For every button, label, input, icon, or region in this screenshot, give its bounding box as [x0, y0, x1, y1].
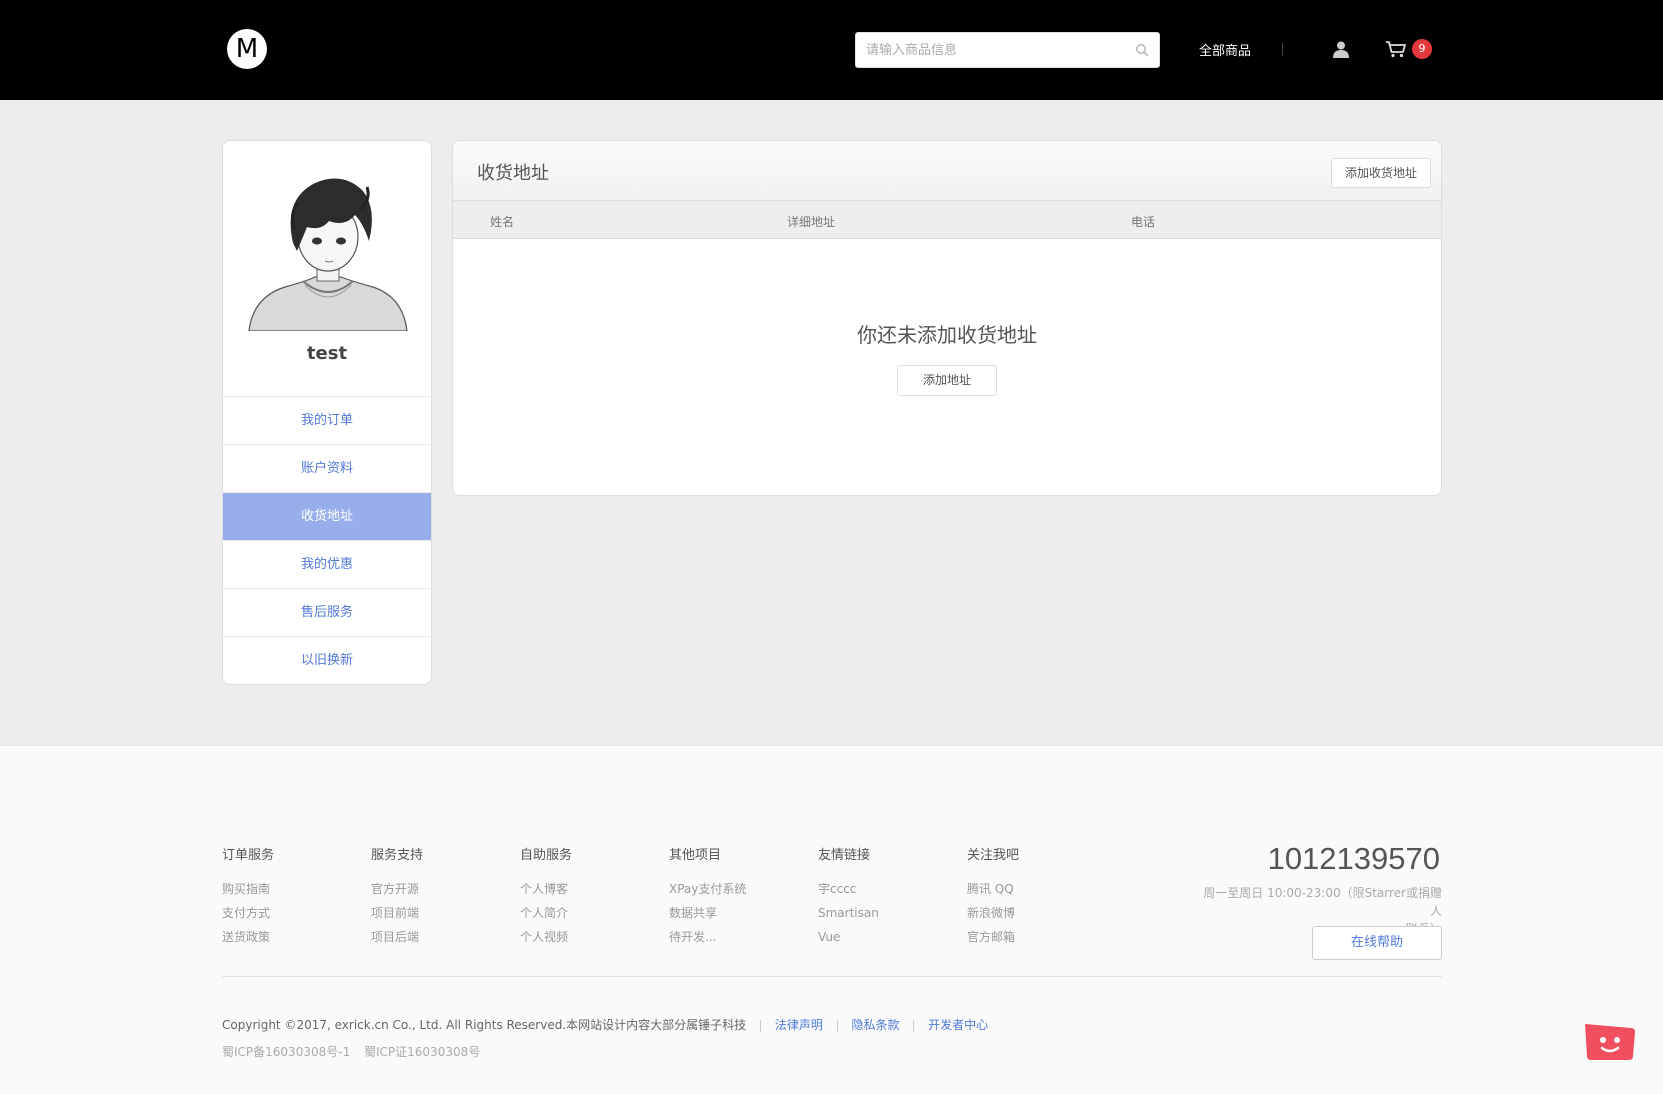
- footer-link[interactable]: 个人视频: [520, 925, 650, 949]
- developer-center-link[interactable]: 开发者中心: [928, 1018, 988, 1032]
- column-phone: 电话: [1131, 215, 1156, 229]
- footer-column-self-service: 自助服务 个人博客 个人简介 个人视频: [520, 844, 650, 949]
- footer-link[interactable]: 个人简介: [520, 901, 650, 925]
- search-input[interactable]: [856, 33, 1116, 67]
- footer-link[interactable]: 官方邮箱: [967, 925, 1097, 949]
- footer-link[interactable]: 个人博客: [520, 877, 650, 901]
- address-panel: 收货地址 添加收货地址 姓名 详细地址 电话 你还未添加收货地址 添加地址: [452, 140, 1442, 496]
- footer-link[interactable]: Smartisan: [818, 901, 948, 925]
- user-sidebar: test 我的订单 账户资料 收货地址 我的优惠 售后服务 以旧换新: [222, 140, 432, 685]
- footer-link[interactable]: 新浪微博: [967, 901, 1097, 925]
- username: test: [306, 343, 348, 364]
- footer-column-friend-links: 友情链接 宇cccc Smartisan Vue: [818, 844, 948, 949]
- menu-item-trade-in[interactable]: 以旧换新: [223, 636, 431, 684]
- contact-phone: 1012139570: [1267, 841, 1440, 876]
- footer-link[interactable]: 项目后端: [371, 925, 501, 949]
- site-footer: 订单服务 购买指南 支付方式 送货政策 服务支持 官方开源 项目前端 项目后端 …: [0, 745, 1663, 1094]
- footer-link[interactable]: XPay支付系统: [669, 877, 799, 901]
- footer-column-title: 其他项目: [669, 848, 722, 863]
- top-header: M 全部商品 9: [0, 0, 1663, 100]
- chat-bubble-icon[interactable]: [1583, 1022, 1635, 1062]
- link-divider: [913, 1019, 915, 1032]
- search-icon[interactable]: [1135, 43, 1149, 57]
- footer-link[interactable]: Vue: [818, 925, 948, 949]
- table-header: 姓名 详细地址 电话: [453, 201, 1441, 239]
- column-address: 详细地址: [787, 215, 836, 229]
- footer-column-title: 关注我吧: [967, 848, 1020, 863]
- footer-column-title: 自助服务: [520, 848, 573, 863]
- empty-state-message: 你还未添加收货地址: [857, 323, 1037, 347]
- footer-column-title: 友情链接: [818, 848, 871, 863]
- footer-link[interactable]: 官方开源: [371, 877, 501, 901]
- footer-column-projects: 其他项目 XPay支付系统 数据共享 待开发...: [669, 844, 799, 949]
- cart-icon[interactable]: [1385, 40, 1407, 58]
- icp-record[interactable]: 蜀ICP备16030308号-1: [222, 1043, 350, 1060]
- footer-column-support: 服务支持 官方开源 项目前端 项目后端: [371, 844, 501, 949]
- menu-item-after-sales[interactable]: 售后服务: [223, 588, 431, 636]
- footer-link[interactable]: 支付方式: [222, 901, 352, 925]
- footer-column-orders: 订单服务 购买指南 支付方式 送货政策: [222, 844, 352, 949]
- footer-divider: [222, 976, 1442, 977]
- footer-link[interactable]: 宇cccc: [818, 877, 948, 901]
- copyright-line: Copyright ©2017, exrick.cn Co., Ltd. All…: [222, 1016, 996, 1033]
- add-address-empty-button[interactable]: 添加地址: [897, 365, 997, 396]
- avatar: [245, 169, 411, 331]
- service-hours-line: 周一至周日 10:00-23:00（限Starrer或捐赠人: [1203, 886, 1442, 918]
- footer-column-title: 订单服务: [222, 848, 275, 863]
- footer-column-follow: 关注我吧 腾讯 QQ 新浪微博 官方邮箱: [967, 844, 1097, 949]
- footer-link[interactable]: 数据共享: [669, 901, 799, 925]
- search-box[interactable]: [855, 32, 1160, 68]
- menu-item-orders[interactable]: 我的订单: [223, 396, 431, 444]
- online-help-button[interactable]: 在线帮助: [1312, 926, 1442, 960]
- footer-link[interactable]: 待开发...: [669, 925, 799, 949]
- footer-link[interactable]: 购买指南: [222, 877, 352, 901]
- column-name: 姓名: [490, 215, 515, 229]
- legal-link[interactable]: 法律声明: [775, 1018, 823, 1032]
- cart-count-badge: 9: [1412, 39, 1432, 59]
- menu-item-address[interactable]: 收货地址: [223, 492, 431, 540]
- footer-link[interactable]: 项目前端: [371, 901, 501, 925]
- add-address-button[interactable]: 添加收货地址: [1331, 158, 1431, 188]
- footer-column-title: 服务支持: [371, 848, 424, 863]
- user-icon[interactable]: [1332, 40, 1350, 58]
- footer-link[interactable]: 送货政策: [222, 925, 352, 949]
- footer-link[interactable]: 腾讯 QQ: [967, 877, 1097, 901]
- panel-header: 收货地址 添加收货地址: [453, 141, 1441, 201]
- copyright-text: Copyright ©2017, exrick.cn Co., Ltd. All…: [222, 1018, 747, 1032]
- privacy-link[interactable]: 隐私条款: [851, 1018, 899, 1032]
- account-menu: 我的订单 账户资料 收货地址 我的优惠 售后服务 以旧换新: [223, 396, 431, 684]
- menu-item-coupons[interactable]: 我的优惠: [223, 540, 431, 588]
- link-divider: [836, 1019, 838, 1032]
- nav-all-products[interactable]: 全部商品: [1199, 40, 1251, 59]
- link-divider: [759, 1019, 761, 1032]
- logo[interactable]: M: [227, 29, 267, 69]
- icp-license[interactable]: 蜀ICP证16030308号: [364, 1043, 480, 1060]
- nav-divider: [1282, 43, 1283, 56]
- menu-item-account[interactable]: 账户资料: [223, 444, 431, 492]
- page-title: 收货地址: [477, 163, 549, 184]
